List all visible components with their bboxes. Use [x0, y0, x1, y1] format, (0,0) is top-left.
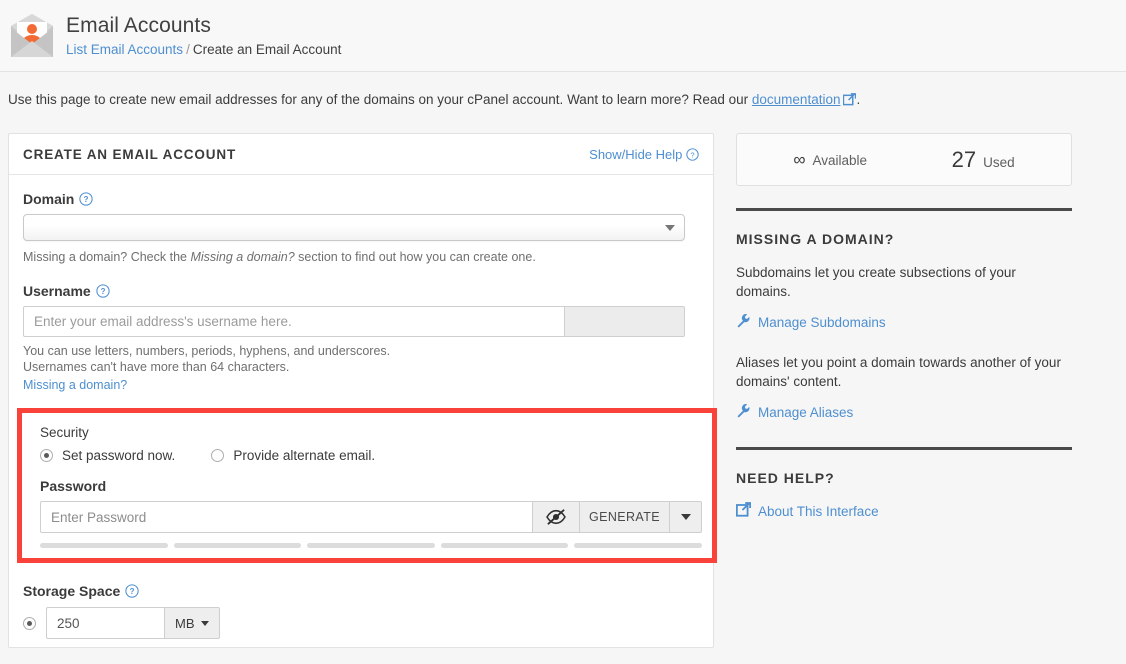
stat-available-value: ∞ [793, 149, 805, 171]
svg-text:?: ? [84, 195, 89, 204]
domain-hint: Missing a domain? Check the Missing a do… [23, 249, 699, 265]
header-text-block: Email Accounts List Email Accounts/Creat… [66, 14, 341, 58]
wrench-icon [736, 403, 751, 421]
generate-password-button[interactable]: GENERATE [579, 501, 669, 533]
manage-subdomains-label: Manage Subdomains [758, 315, 886, 330]
intro-text: Use this page to create new email addres… [0, 72, 1126, 111]
card-title: CREATE AN EMAIL ACCOUNT [23, 147, 236, 162]
chevron-down-icon [665, 225, 675, 231]
svg-text:?: ? [130, 587, 135, 596]
page-title: Email Accounts [66, 14, 341, 38]
manage-subdomains-link[interactable]: Manage Subdomains [736, 313, 1072, 331]
username-label: Username [23, 283, 91, 299]
question-circle-icon[interactable]: ? [79, 192, 93, 206]
content-area: CREATE AN EMAIL ACCOUNT Show/Hide Help ?… [0, 111, 1126, 648]
intro-text-before: Use this page to create new email addres… [8, 92, 752, 107]
password-label: Password [40, 478, 106, 494]
envelope-person-icon [8, 12, 56, 60]
radio-storage-fixed[interactable] [23, 617, 36, 630]
intro-text-after: . [856, 92, 860, 107]
card-header: CREATE AN EMAIL ACCOUNT Show/Hide Help ? [9, 134, 713, 175]
username-hint-line1: You can use letters, numbers, periods, h… [23, 343, 699, 359]
domain-hint-before: Missing a domain? Check the [23, 250, 190, 264]
username-domain-addon [565, 306, 685, 337]
missing-a-domain-link[interactable]: Missing a domain? [23, 378, 127, 392]
security-label: Security [40, 425, 712, 440]
external-link-icon [736, 502, 751, 520]
radio-set-password-now-label: Set password now. [62, 448, 175, 463]
subdomains-description: Subdomains let you create subsections of… [736, 263, 1072, 301]
password-input-group: GENERATE [40, 501, 702, 533]
strength-segment [40, 543, 168, 548]
documentation-link[interactable]: documentation [752, 92, 841, 107]
manage-aliases-label: Manage Aliases [758, 405, 853, 420]
create-email-account-card: CREATE AN EMAIL ACCOUNT Show/Hide Help ?… [8, 133, 714, 648]
generate-password-label: GENERATE [589, 510, 660, 524]
eye-slash-icon[interactable] [532, 501, 579, 533]
username-hint-line2: Usernames can't have more than 64 charac… [23, 359, 699, 375]
strength-segment [174, 543, 302, 548]
breadcrumb: List Email Accounts/Create an Email Acco… [66, 42, 341, 58]
password-strength-meter [40, 543, 702, 548]
username-input[interactable] [23, 306, 565, 337]
svg-text:?: ? [100, 287, 105, 296]
stat-used: 27 Used [952, 149, 1015, 171]
breadcrumb-current: Create an Email Account [193, 42, 342, 57]
breadcrumb-link-list-email-accounts[interactable]: List Email Accounts [66, 42, 183, 57]
missing-domain-heading: MISSING A DOMAIN? [736, 231, 1072, 247]
svg-text:?: ? [690, 150, 694, 159]
strength-segment [441, 543, 569, 548]
page-header: Email Accounts List Email Accounts/Creat… [0, 0, 1126, 72]
stat-used-value: 27 [952, 149, 976, 171]
domain-label: Domain [23, 191, 74, 207]
radio-provide-alternate-email-label: Provide alternate email. [233, 448, 375, 463]
aliases-description: Aliases let you point a domain towards a… [736, 353, 1072, 391]
stat-available-label: Available [812, 153, 867, 168]
card-body: Domain ? Missing a domain? Check the Mis… [9, 175, 713, 647]
storage-unit-label: MB [175, 616, 195, 631]
external-link-icon[interactable] [843, 93, 856, 111]
radio-provide-alternate-email[interactable] [211, 449, 224, 462]
radio-set-password-now[interactable] [40, 449, 53, 462]
username-input-group [23, 306, 685, 337]
stat-used-label: Used [983, 155, 1015, 170]
password-label-row: Password [40, 478, 712, 494]
storage-label-row: Storage Space ? [23, 583, 699, 599]
sidebar-divider [736, 208, 1072, 211]
question-circle-icon: ? [686, 147, 699, 162]
question-circle-icon[interactable]: ? [125, 584, 139, 598]
generate-options-dropdown[interactable] [669, 501, 702, 533]
security-radio-group: Set password now. Provide alternate emai… [40, 448, 712, 463]
strength-segment [307, 543, 435, 548]
need-help-heading: NEED HELP? [736, 470, 1072, 486]
security-highlight-box: Security Set password now. Provide alter… [17, 408, 717, 563]
domain-select[interactable] [23, 214, 685, 241]
domain-hint-after: section to find out how you can create o… [295, 250, 536, 264]
domain-label-row: Domain ? [23, 191, 699, 207]
chevron-down-icon [201, 621, 209, 626]
domain-hint-emphasis: Missing a domain? [190, 250, 294, 264]
password-input[interactable] [40, 501, 532, 533]
about-this-interface-label: About This Interface [758, 504, 879, 519]
strength-segment [574, 543, 702, 548]
chevron-down-icon [681, 514, 691, 520]
show-hide-help-label: Show/Hide Help [589, 147, 682, 162]
sidebar-divider [736, 447, 1072, 450]
sidebar: ∞ Available 27 Used MISSING A DOMAIN? Su… [736, 133, 1072, 520]
storage-unit-dropdown[interactable]: MB [164, 607, 220, 639]
storage-quota-input[interactable] [46, 607, 164, 639]
quota-stat-box: ∞ Available 27 Used [736, 133, 1072, 186]
main-column: CREATE AN EMAIL ACCOUNT Show/Hide Help ?… [8, 133, 714, 648]
about-this-interface-link[interactable]: About This Interface [736, 502, 1072, 520]
wrench-icon [736, 313, 751, 331]
show-hide-help-toggle[interactable]: Show/Hide Help ? [589, 147, 699, 162]
manage-aliases-link[interactable]: Manage Aliases [736, 403, 1072, 421]
storage-row: MB [23, 607, 699, 639]
username-label-row: Username ? [23, 283, 699, 299]
question-circle-icon[interactable]: ? [96, 284, 110, 298]
stat-available: ∞ Available [793, 149, 867, 171]
breadcrumb-separator: / [183, 42, 193, 57]
storage-label: Storage Space [23, 583, 120, 599]
